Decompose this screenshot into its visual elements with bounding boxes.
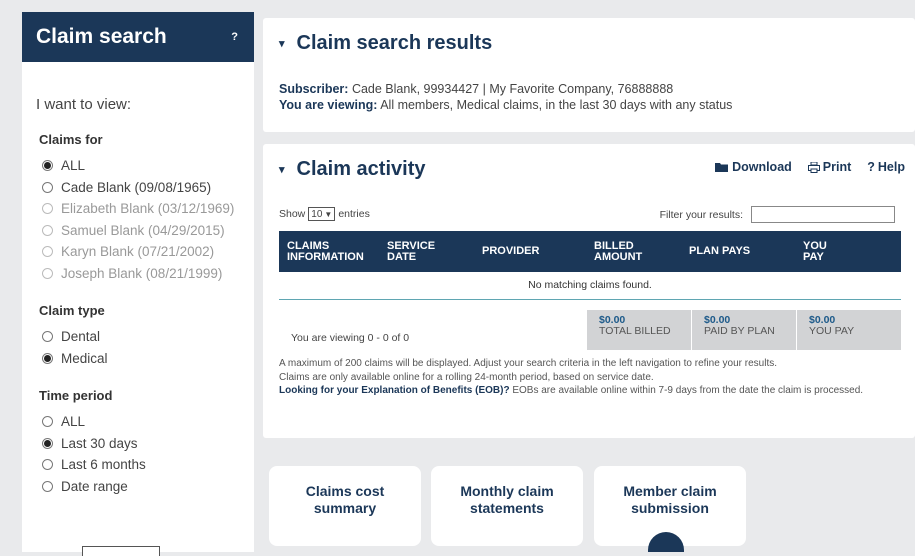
folder-icon	[715, 163, 729, 172]
printer-icon	[807, 161, 820, 173]
total-billed-box: $0.00 TOTAL BILLED	[586, 310, 691, 350]
time-period-option-all[interactable]: ALL	[42, 411, 254, 433]
note-max-claims: A maximum of 200 claims will be displaye…	[279, 358, 778, 369]
claims-for-option-karyn: Karyn Blank (07/21/2002)	[42, 241, 254, 263]
i-want-to-view-label: I want to view:	[36, 96, 132, 113]
col-you-pay[interactable]: YOU PAY	[795, 231, 901, 272]
filter-input[interactable]	[751, 206, 895, 223]
viewing-line: You are viewing: All members, Medical cl…	[279, 98, 899, 112]
col-billed-amount[interactable]: BILLED AMOUNT	[586, 231, 681, 272]
chevron-down-icon: ▼	[324, 209, 333, 219]
note-eob: Looking for your Explanation of Benefits…	[279, 385, 864, 396]
col-claims-information[interactable]: CLAIMS INFORMATION	[279, 231, 379, 272]
radio-icon[interactable]	[42, 480, 53, 492]
claims-for-title: Claims for	[39, 132, 103, 147]
sidebar-help-icon[interactable]: ?	[231, 31, 238, 43]
radio-icon	[42, 267, 53, 279]
collapse-caret-icon[interactable]: ▾	[279, 37, 285, 50]
time-period-title: Time period	[39, 388, 113, 403]
radio-icon	[42, 203, 53, 215]
claim-type-option-dental[interactable]: Dental	[42, 326, 254, 348]
table-header-row: CLAIMS INFORMATION SERVICE DATE PROVIDER B…	[279, 231, 901, 272]
collapse-caret-icon[interactable]: ▾	[279, 163, 285, 176]
download-link[interactable]: Download	[715, 160, 792, 174]
totals-summary: You are viewing 0 - 0 of 0 $0.00 TOTAL B…	[279, 310, 901, 350]
radio-icon[interactable]	[42, 352, 53, 364]
subscriber-label: Subscriber:	[279, 82, 349, 96]
empty-message: No matching claims found.	[279, 272, 901, 300]
radio-icon[interactable]	[42, 160, 53, 172]
you-pay-box: $0.00 YOU PAY	[796, 310, 901, 350]
claim-search-results-card: ▾ Claim search results Subscriber: Cade …	[263, 18, 915, 132]
viewing-value: All members, Medical claims, in the last…	[380, 98, 733, 112]
time-period-option-date-range[interactable]: Date range	[42, 476, 254, 498]
radio-icon[interactable]	[42, 459, 53, 471]
claim-search-sidebar: Claim search ? I want to view: Claims fo…	[22, 12, 254, 556]
radio-icon	[42, 246, 53, 258]
sidebar-header: Claim search ?	[22, 12, 254, 62]
table-row: No matching claims found.	[279, 272, 901, 300]
claims-for-option-samuel: Samuel Blank (04/29/2015)	[42, 220, 254, 242]
date-range-input[interactable]	[82, 546, 160, 556]
claim-type-option-medical[interactable]: Medical	[42, 348, 254, 370]
claim-type-title: Claim type	[39, 303, 105, 318]
monthly-claim-statements-tile[interactable]: Monthly claim statements	[431, 466, 583, 546]
radio-icon	[42, 224, 53, 236]
subscriber-value: Cade Blank, 99934427 | My Favorite Compa…	[351, 82, 674, 96]
radio-icon[interactable]	[42, 331, 53, 343]
activity-toolbar: Download Print ? Help	[715, 160, 905, 174]
subscriber-line: Subscriber: Cade Blank, 99934427 | My Fa…	[279, 82, 899, 96]
col-provider[interactable]: PROVIDER	[474, 231, 586, 272]
claims-for-option-all[interactable]: ALL	[42, 155, 254, 177]
sidebar-title: Claim search	[36, 25, 167, 48]
activity-notes: A maximum of 200 claims will be displaye…	[279, 357, 889, 398]
question-icon: ?	[867, 160, 875, 174]
viewing-label: You are viewing:	[279, 98, 378, 112]
submission-icon	[648, 532, 684, 552]
claims-for-option-joseph: Joseph Blank (08/21/1999)	[42, 263, 254, 285]
time-period-option-last-30-days[interactable]: Last 30 days	[42, 433, 254, 455]
viewing-count: You are viewing 0 - 0 of 0	[291, 332, 410, 344]
help-link[interactable]: ? Help	[867, 160, 905, 174]
claims-table: CLAIMS INFORMATION SERVICE DATE PROVIDER B…	[279, 231, 901, 300]
col-service-date[interactable]: SERVICE DATE	[379, 231, 474, 272]
member-claim-submission-tile[interactable]: Member claim submission	[594, 466, 746, 552]
filter-control: Filter your results:	[660, 206, 895, 223]
claims-cost-summary-tile[interactable]: Claims cost summary	[269, 466, 421, 546]
radio-icon[interactable]	[42, 181, 53, 193]
note-24-month: Claims are only available online for a r…	[279, 371, 654, 383]
radio-icon[interactable]	[42, 437, 53, 449]
claim-activity-card: ▾ Claim activity Download Print ? Help S…	[263, 144, 915, 438]
entries-select[interactable]: 10 ▼	[308, 207, 336, 221]
time-period-option-last-6-months[interactable]: Last 6 months	[42, 454, 254, 476]
claims-for-option-elizabeth: Elizabeth Blank (03/12/1969)	[42, 198, 254, 220]
claims-for-option-cade[interactable]: Cade Blank (09/08/1965)	[42, 177, 254, 199]
radio-icon[interactable]	[42, 416, 53, 428]
print-link[interactable]: Print	[807, 160, 851, 174]
filter-label: Filter your results:	[659, 208, 743, 221]
entries-control: Show 10 ▼ entries	[279, 207, 370, 221]
results-title[interactable]: ▾ Claim search results	[279, 32, 899, 55]
col-plan-pays[interactable]: PLAN PAYS	[681, 231, 795, 272]
paid-by-plan-box: $0.00 PAID BY PLAN	[691, 310, 796, 350]
